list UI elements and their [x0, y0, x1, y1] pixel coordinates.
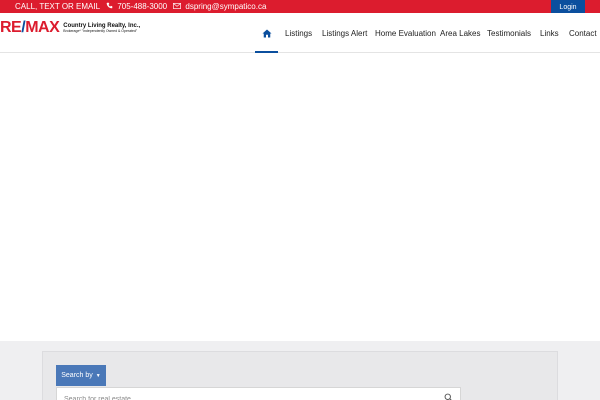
company-name: Country Living Realty, Inc.,: [63, 22, 141, 29]
phone-number: 705-488-3000: [117, 2, 168, 11]
nav-home[interactable]: [254, 13, 279, 53]
search-section: Search by ▼: [0, 341, 600, 400]
logo-text: Country Living Realty, Inc., Brokerage* …: [63, 23, 140, 34]
search-by-dropdown[interactable]: Search by ▼: [56, 365, 106, 386]
email-link[interactable]: dspring@sympatico.ca: [173, 2, 266, 11]
logo[interactable]: RE/MAX Country Living Realty, Inc., Brok…: [0, 19, 140, 37]
phone-link[interactable]: 705-488-3000: [106, 2, 167, 11]
search-input[interactable]: [57, 390, 460, 400]
envelope-icon: [173, 3, 182, 9]
email-address: dspring@sympatico.ca: [185, 2, 267, 11]
top-contact-bar: CALL, TEXT OR EMAIL 705-488-3000 dspring…: [0, 0, 600, 14]
search-field: [56, 387, 461, 400]
company-tagline: Brokerage* "Independently Owned & Operat…: [63, 28, 138, 33]
login-label: Login: [559, 3, 577, 11]
search-by-label: Search by: [61, 372, 93, 379]
nav-home-evaluation[interactable]: Home Evaluation: [375, 29, 436, 38]
phone-icon: [106, 2, 113, 9]
nav-listings[interactable]: Listings: [285, 29, 312, 38]
contact-info: CALL, TEXT OR EMAIL 705-488-3000 dspring…: [15, 0, 266, 13]
remax-logo-mark: RE/MAX: [0, 19, 60, 36]
site-header: RE/MAX Country Living Realty, Inc., Brok…: [0, 13, 600, 53]
nav-links[interactable]: Links: [540, 29, 559, 38]
nav-area-lakes[interactable]: Area Lakes: [440, 29, 480, 38]
login-button[interactable]: Login: [551, 0, 585, 14]
search-icon[interactable]: [444, 393, 453, 400]
search-panel: Search by ▼: [42, 351, 558, 400]
nav-listings-alert[interactable]: Listings Alert: [322, 29, 367, 38]
contact-cta: CALL, TEXT OR EMAIL: [15, 2, 101, 11]
caret-down-icon: ▼: [95, 372, 101, 379]
nav-contact[interactable]: Contact: [569, 29, 597, 38]
home-icon: [262, 29, 271, 37]
hero-area: [0, 54, 600, 341]
nav-testimonials[interactable]: Testimonials: [487, 29, 531, 38]
